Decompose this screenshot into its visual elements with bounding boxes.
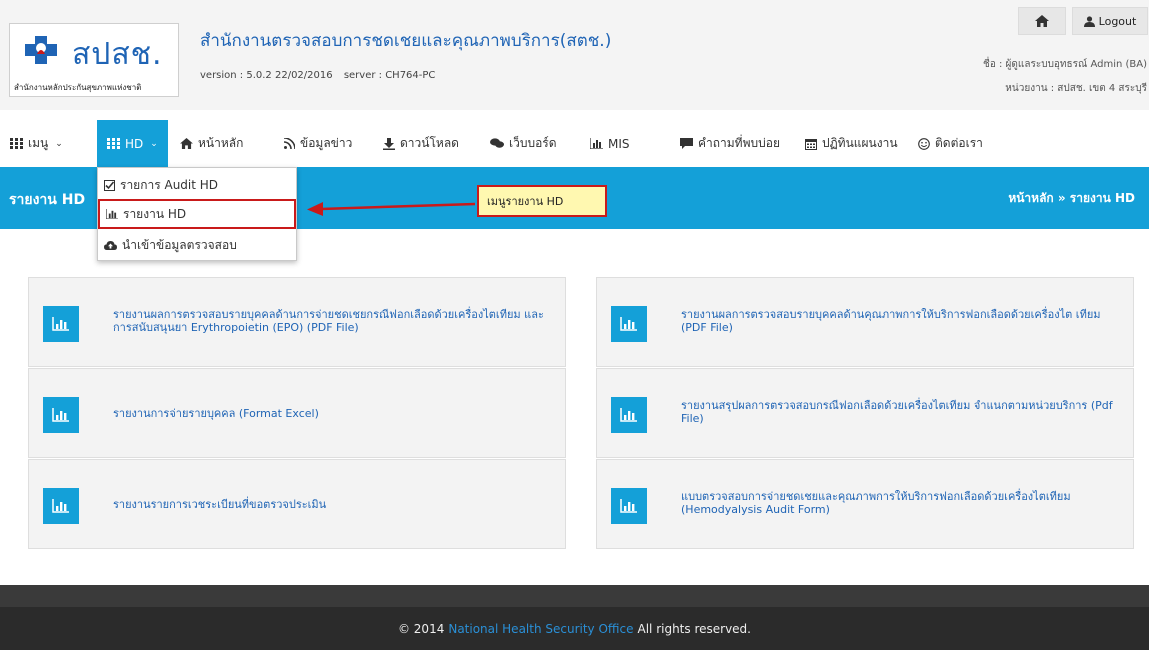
report-link[interactable]: รายงานผลการตรวจสอบรายบุคคลด้านการจ่ายชดเ… (113, 308, 553, 334)
report-link[interactable]: รายงานสรุปผลการตรวจสอบกรณีฟอกเลือดด้วยเค… (681, 399, 1121, 425)
user-unit: หน่วยงาน : สปสช. เขต 4 สระบุรี (1005, 83, 1147, 94)
report-link[interactable]: รายงานผลการตรวจสอบรายบุคคลด้านคุณภาพการใ… (681, 308, 1121, 334)
nav-item-menu[interactable]: เมนู ⌄ (10, 120, 63, 167)
home-icon (1035, 15, 1049, 27)
chevron-down-icon: ⌄ (150, 138, 158, 149)
footer: © 2014 National Health Security Office A… (0, 607, 1149, 650)
annotation-arrow (307, 202, 475, 216)
rss-icon (284, 138, 295, 149)
nav-label: ปฏิทินแผนงาน (822, 136, 898, 150)
comments-icon (490, 138, 504, 148)
dropdown-item-audit-hd[interactable]: รายการ Audit HD (98, 170, 296, 200)
download-icon (383, 137, 395, 150)
nav-label: คำถามที่พบบ่อย (698, 136, 780, 150)
report-card[interactable]: รายงานผลการตรวจสอบรายบุคคลด้านการจ่ายชดเ… (28, 277, 566, 367)
nav-label: ติดต่อเรา (935, 136, 983, 150)
nav-label: เมนู (28, 136, 49, 150)
version-info: version : 5.0.2 22/02/2016 server : CH76… (200, 70, 443, 81)
home-icon (180, 138, 193, 149)
logout-label: Logout (1098, 14, 1137, 28)
nav-item-home[interactable]: หน้าหลัก (180, 120, 243, 167)
bar-chart-icon (590, 138, 603, 149)
logo-subtitle: สำนักงานหลักประกันสุขภาพแห่งชาติ (14, 83, 142, 92)
check-square-icon (104, 179, 115, 191)
nav-item-faq[interactable]: คำถามที่พบบ่อย (680, 120, 780, 167)
report-link[interactable]: รายงานรายการเวชระเบียนที่ขอตรวจประเมิน (113, 498, 553, 511)
dropdown-label: รายงาน HD (123, 206, 187, 221)
nav-item-webboard[interactable]: เว็บบอร์ด (490, 120, 557, 167)
bar-chart-icon (611, 397, 647, 433)
chevron-down-icon: ⌄ (55, 138, 63, 149)
breadcrumb[interactable]: หน้าหลัก » รายงาน HD (1008, 189, 1135, 208)
server-text: server : CH764-PC (343, 70, 436, 81)
dropdown-item-hd-report[interactable]: รายงาน HD (98, 199, 296, 229)
bar-chart-icon (106, 209, 118, 219)
nav-label: ข้อมูลข่าว (300, 136, 353, 150)
nhso-logo[interactable]: สปสช. สำนักงานหลักประกันสุขภาพแห่งชาติ (9, 23, 179, 97)
nav-item-download[interactable]: ดาวน์โหลด (383, 120, 459, 167)
bar-chart-icon (43, 397, 79, 433)
nav-label: หน้าหลัก (198, 136, 244, 150)
home-button[interactable] (1018, 7, 1066, 35)
smile-icon (918, 137, 930, 150)
rights-text: All rights reserved. (637, 621, 752, 636)
report-card[interactable]: รายงานรายการเวชระเบียนที่ขอตรวจประเมิน (28, 459, 566, 549)
nav-item-hd[interactable]: HD ⌄ (97, 120, 168, 167)
logout-button[interactable]: Logout (1072, 7, 1148, 35)
user-name: ชื่อ : ผู้ดูแลระบบอุทธรณ์ Admin (BA) (983, 59, 1147, 70)
bar-chart-icon (611, 488, 647, 524)
footer-band (0, 585, 1149, 607)
report-card[interactable]: รายงานการจ่ายรายบุคคล (Format Excel) (28, 368, 566, 458)
dropdown-label: รายการ Audit HD (120, 177, 219, 192)
nav-label: MIS (608, 136, 630, 151)
nav-label: ดาวน์โหลด (400, 136, 459, 150)
comment-icon (680, 138, 693, 149)
dropdown-label: นำเข้าข้อมูลตรวจสอบ (122, 237, 237, 252)
nhso-link[interactable]: National Health Security Office (448, 622, 633, 636)
main-nav: เมนู ⌄ HD ⌄ หน้าหลัก ข้อมูลข่าว ดาวน์โหล… (0, 120, 1149, 167)
page-title: รายงาน HD (9, 192, 86, 208)
nav-label: เว็บบอร์ด (509, 136, 557, 150)
logo-text: สปสช. (72, 37, 163, 72)
report-card[interactable]: รายงานสรุปผลการตรวจสอบกรณีฟอกเลือดด้วยเค… (596, 368, 1134, 458)
report-card[interactable]: รายงานผลการตรวจสอบรายบุคคลด้านคุณภาพการใ… (596, 277, 1134, 367)
nav-label: HD (125, 136, 144, 151)
hd-dropdown-menu: รายการ Audit HD รายงาน HD นำเข้าข้อมูลตร… (97, 167, 297, 261)
header: สปสช. สำนักงานหลักประกันสุขภาพแห่งชาติ ส… (0, 0, 1149, 110)
dropdown-item-import-data[interactable]: นำเข้าข้อมูลตรวจสอบ (98, 230, 296, 260)
report-link[interactable]: แบบตรวจสอบการจ่ายชดเชยและคุณภาพการให้บริ… (681, 490, 1121, 516)
annotation-callout: เมนูรายงาน HD (477, 185, 607, 217)
nav-item-contact[interactable]: ติดต่อเรา (918, 120, 983, 167)
calendar-icon (805, 138, 817, 150)
org-title: สำนักงานตรวจสอบการชดเชยและคุณภาพบริการ(ส… (200, 31, 612, 51)
nhso-emblem-icon (25, 36, 57, 64)
nav-item-news[interactable]: ข้อมูลข่าว (284, 120, 352, 167)
cloud-upload-icon (104, 241, 117, 250)
nav-item-calendar[interactable]: ปฏิทินแผนงาน (805, 120, 898, 167)
version-text: version : 5.0.2 22/02/2016 (200, 70, 333, 81)
grid-icon (107, 138, 120, 149)
bar-chart-icon (611, 306, 647, 342)
nav-item-mis[interactable]: MIS (590, 120, 630, 167)
bar-chart-icon (43, 488, 79, 524)
report-card[interactable]: แบบตรวจสอบการจ่ายชดเชยและคุณภาพการให้บริ… (596, 459, 1134, 549)
bar-chart-icon (43, 306, 79, 342)
copyright-text: © 2014 (397, 621, 445, 636)
user-icon (1083, 15, 1095, 27)
report-link[interactable]: รายงานการจ่ายรายบุคคล (Format Excel) (113, 407, 553, 420)
grid-icon (10, 138, 23, 149)
